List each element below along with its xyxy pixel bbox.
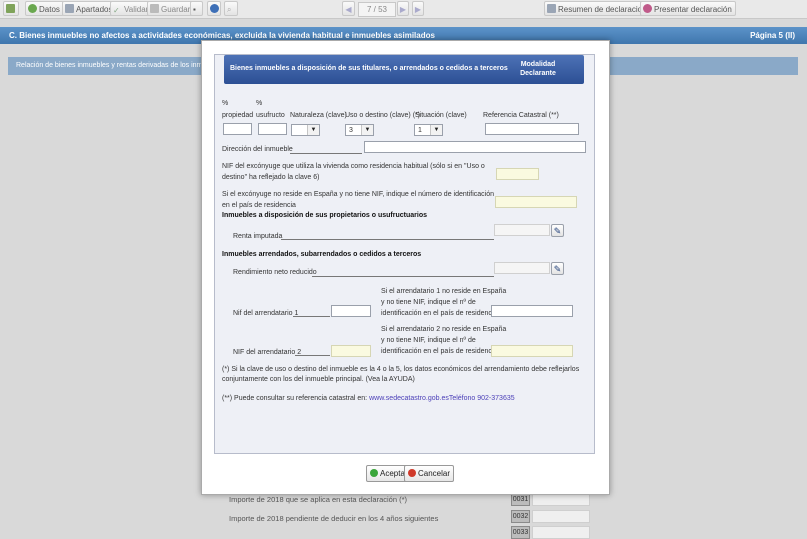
- leader-line: [312, 276, 494, 277]
- pencil-icon: ✎: [553, 226, 562, 236]
- bg-row-label: Importe de 2018 pendiente de deducir en …: [229, 514, 439, 523]
- dialog-modality: Modalidad Declarante: [520, 61, 556, 77]
- arr2-id-input[interactable]: [491, 345, 573, 357]
- arrendados-heading: Inmuebles arrendados, subarrendados o ce…: [222, 251, 422, 258]
- guardar-label: Guardar: [161, 5, 191, 14]
- arrow-icon: ▪: [193, 5, 196, 14]
- refcat-label: Referencia Catastral (**): [483, 112, 559, 119]
- help-button[interactable]: [207, 1, 221, 16]
- bg-row-label: Importe de 2018 que se aplica en esta de…: [229, 495, 408, 504]
- apartados-label: Apartados: [76, 5, 113, 14]
- note-catastro: (**) Puede consultar su referencia catas…: [222, 394, 588, 404]
- chevron-down-icon: ▼: [307, 125, 319, 135]
- chevron-down-icon: ▼: [361, 125, 373, 135]
- calculator-icon: [6, 4, 15, 13]
- direccion-input[interactable]: [364, 141, 586, 153]
- leader-line: [293, 316, 330, 317]
- prev-page-button[interactable]: ◀: [342, 1, 355, 16]
- page-indicator: 7 / 53: [358, 2, 396, 17]
- edit-renta-button[interactable]: ✎: [551, 224, 564, 237]
- save-icon: [150, 4, 159, 13]
- nif-arr1-input[interactable]: [331, 305, 371, 317]
- bg-row-code: 0032: [511, 510, 530, 523]
- usufructo-input[interactable]: [258, 123, 287, 135]
- arr1-id-input[interactable]: [491, 305, 573, 317]
- propiedad-input[interactable]: [223, 123, 252, 135]
- leader-line: [281, 239, 494, 240]
- list-icon: [65, 4, 74, 13]
- section-page: Página 5 (II): [750, 31, 795, 40]
- presentar-button[interactable]: Presentar declaración: [640, 1, 736, 16]
- propiedad-pct-label: %: [222, 100, 229, 107]
- chevron-left-icon: ◀: [345, 5, 352, 14]
- nif-arr2-input[interactable]: [331, 345, 371, 357]
- last-page-icon: ▶: [414, 5, 422, 14]
- chevron-down-icon: ▼: [430, 125, 442, 135]
- renta-imputada-input[interactable]: [494, 224, 550, 236]
- uso-select[interactable]: 3 ▼: [345, 124, 374, 136]
- usufructo-pct-label: %: [256, 100, 263, 107]
- dialog-title: Bienes inmuebles a disposición de sus ti…: [230, 65, 508, 72]
- leader-line: [290, 153, 362, 154]
- naturaleza-label: Naturaleza (clave): [290, 112, 347, 119]
- dialog-header: Bienes inmuebles a disposición de sus ti…: [224, 55, 584, 84]
- datos-label: Datos: [39, 5, 60, 14]
- uso-value: 3: [349, 127, 353, 134]
- leader-line: [295, 355, 330, 356]
- validar-label: Validar: [124, 5, 149, 14]
- user-send-icon: [643, 4, 652, 13]
- datos-button[interactable]: Datos: [25, 1, 64, 16]
- propiedad-label: propiedad: [222, 112, 254, 119]
- direccion-label: Dirección del inmueble: [222, 146, 293, 153]
- situacion-label: Situación (clave): [415, 112, 467, 119]
- calculator-button[interactable]: [3, 1, 19, 16]
- nif-conyuge-input[interactable]: [496, 168, 539, 180]
- edit-rendimiento-button[interactable]: ✎: [551, 262, 564, 275]
- guardar-button[interactable]: Guardar: [147, 1, 195, 16]
- rendimiento-input[interactable]: [494, 262, 550, 274]
- pencil-icon: ✎: [553, 264, 562, 274]
- cancel-icon: [408, 469, 416, 477]
- presentar-label: Presentar declaración: [654, 5, 732, 14]
- cancel-label: Cancelar: [418, 469, 451, 478]
- refcat-input[interactable]: [485, 123, 579, 135]
- checkmark-icon: ✓: [113, 6, 120, 15]
- note-catastro-text: (**) Puede consultar su referencia catas…: [222, 395, 370, 402]
- document-icon: [547, 4, 556, 13]
- sedecatastro-link[interactable]: www.sedecatastro.gob.es: [369, 395, 449, 402]
- help-icon: [210, 4, 219, 13]
- note-uso: (*) Si la clave de uso o destino del inm…: [222, 366, 580, 383]
- usufructo-label: usufructo: [256, 112, 285, 119]
- check-circle-icon: [28, 4, 37, 13]
- naturaleza-select[interactable]: ▼: [291, 124, 320, 136]
- check-icon: [370, 469, 378, 477]
- last-page-button[interactable]: ▶: [412, 1, 424, 16]
- toolbar: Datos Apartados ✓ Validar Guardar ▪ ⌕ ◀ 7…: [0, 0, 807, 19]
- conyuge-id-input[interactable]: [495, 196, 577, 208]
- apartados-button[interactable]: Apartados: [62, 1, 117, 16]
- situacion-value: 1: [418, 127, 422, 134]
- conyuge-no-reside-label: Si el excónyuge no reside en España y no…: [222, 191, 495, 209]
- back-button[interactable]: ▪: [190, 1, 203, 16]
- situacion-select[interactable]: 1 ▼: [414, 124, 443, 136]
- validar-button[interactable]: ✓ Validar: [110, 1, 153, 16]
- search-button[interactable]: ⌕: [224, 1, 238, 16]
- disposicion-heading: Inmuebles a disposición de sus propietar…: [222, 212, 427, 219]
- subsection-title: Relación de bienes inmuebles y rentas de…: [16, 62, 211, 69]
- search-icon: ⌕: [227, 5, 232, 14]
- chevron-right-icon: ▶: [399, 5, 407, 14]
- nif-arr2-label: NIF del arrendatario 2: [233, 349, 302, 356]
- rendimiento-label: Rendimiento neto reducido: [233, 269, 317, 276]
- cancel-button[interactable]: Cancelar: [404, 465, 455, 482]
- phone-link: Teléfono 902-373635: [448, 395, 515, 402]
- renta-imputada-label: Renta imputada: [233, 233, 283, 240]
- nif-conyuge-label: NIF del excónyuge que utiliza la viviend…: [222, 163, 485, 181]
- nif-arr1-label: Nif del arrendatario 1: [233, 310, 299, 317]
- uso-label: Uso o destino (clave) (*): [345, 112, 421, 119]
- next-page-button[interactable]: ▶: [397, 1, 409, 16]
- bg-row-input[interactable]: [532, 510, 590, 523]
